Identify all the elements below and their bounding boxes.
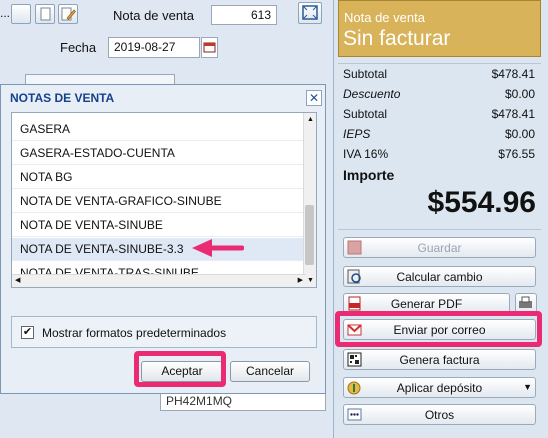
- date-label: Fecha: [60, 40, 97, 55]
- new-document-button[interactable]: [35, 4, 55, 24]
- reference-field[interactable]: PH42M1MQ: [160, 391, 326, 411]
- calendar-icon: [203, 42, 216, 53]
- list-item[interactable]: NOTA BG: [12, 166, 306, 189]
- default-formats-panel: ✔ Mostrar formatos predeterminados: [11, 316, 317, 348]
- scrollbar-thumb[interactable]: [305, 205, 314, 265]
- sale-note-label: Nota de venta: [113, 8, 194, 23]
- dialog-title: NOTAS DE VENTA: [10, 91, 115, 105]
- sale-note-number-field[interactable]: 613: [211, 5, 277, 25]
- document-icon: [40, 7, 51, 21]
- vertical-scrollbar[interactable]: ▲ ▼: [303, 113, 316, 287]
- default-formats-checkbox[interactable]: ✔: [21, 326, 34, 339]
- apply-deposit-button[interactable]: Aplicar depósito ▼: [343, 377, 536, 398]
- expand-button[interactable]: [298, 2, 322, 24]
- scroll-up-icon[interactable]: ▲: [307, 116, 314, 123]
- save-button[interactable]: Guardar: [343, 237, 536, 258]
- sale-notes-dialog: NOTAS DE VENTA ✕ GASERA GASERA-ESTADO-CU…: [0, 84, 326, 394]
- horizontal-scrollbar[interactable]: ◀ ▶: [12, 274, 306, 287]
- status-box: Nota de venta Sin facturar: [338, 0, 541, 57]
- arrow-annotation-icon: [192, 239, 244, 257]
- edit-document-button[interactable]: [58, 4, 78, 24]
- total-amount: $554.96: [427, 186, 536, 219]
- list-item-selected[interactable]: NOTA DE VENTA-SINUBE-3.3: [12, 238, 306, 261]
- total-label: Importe: [343, 167, 395, 183]
- list-item[interactable]: NOTA DE VENTA-SINUBE: [12, 214, 306, 237]
- others-button[interactable]: Otros: [343, 404, 536, 425]
- scroll-right-icon[interactable]: ▶: [298, 276, 303, 284]
- scroll-down-icon[interactable]: ▼: [307, 277, 314, 284]
- calendar-button[interactable]: [201, 37, 218, 58]
- printer-icon: [519, 296, 532, 308]
- close-icon[interactable]: ✕: [306, 90, 322, 106]
- generate-invoice-button[interactable]: Genera factura: [343, 349, 536, 370]
- list-item[interactable]: NOTA DE VENTA-GRAFICO-SINUBE: [12, 190, 306, 213]
- checkbox-label: Mostrar formatos predeterminados: [42, 326, 227, 340]
- cancel-button[interactable]: Cancelar: [230, 361, 310, 382]
- divider: [338, 63, 541, 64]
- chevron-down-icon[interactable]: ▼: [523, 382, 532, 392]
- status-state: Sin facturar: [343, 27, 451, 50]
- calculate-change-button[interactable]: Calcular cambio: [343, 266, 536, 287]
- email-button-highlight: [335, 311, 542, 347]
- list-item[interactable]: GASERA: [12, 118, 306, 141]
- date-field[interactable]: 2019-08-27: [108, 37, 200, 58]
- list-item[interactable]: GASERA-ESTADO-CUENTA: [12, 142, 306, 165]
- scroll-left-icon[interactable]: ◀: [15, 276, 20, 284]
- divider: [338, 229, 541, 230]
- accept-button-highlight: [134, 351, 226, 387]
- expand-icon: [302, 5, 318, 20]
- toolbar-button-1[interactable]: [11, 4, 31, 24]
- status-title: Nota de venta: [344, 10, 425, 25]
- edit-icon: [61, 7, 76, 21]
- format-list: GASERA GASERA-ESTADO-CUENTA NOTA BG NOTA…: [11, 112, 317, 288]
- toolbar-more-button[interactable]: ...: [0, 6, 10, 20]
